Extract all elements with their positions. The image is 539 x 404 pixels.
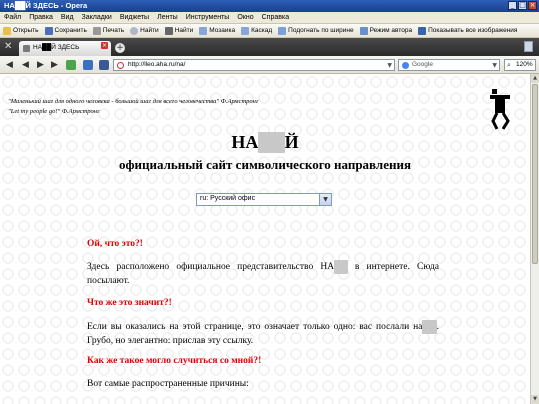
chevron-down-icon[interactable]: ▼ bbox=[319, 194, 331, 205]
site-logo-icon bbox=[490, 89, 510, 130]
rewind-icon[interactable]: ◀ bbox=[22, 61, 29, 70]
scroll-up-icon[interactable]: ▲ bbox=[531, 74, 539, 83]
zoom-value: 120% bbox=[516, 61, 533, 68]
menu-window[interactable]: Окно bbox=[237, 14, 253, 21]
cascade-icon bbox=[241, 26, 250, 35]
fast-forward-icon[interactable]: ▶ bbox=[51, 61, 58, 70]
zoom-control[interactable]: ⌕ 120% bbox=[504, 59, 536, 71]
menu-tools[interactable]: Инструменты bbox=[186, 14, 230, 21]
trash-icon[interactable] bbox=[524, 41, 533, 52]
cascade-button[interactable]: Каскад bbox=[241, 26, 272, 35]
blurred-text: ХУ bbox=[334, 260, 348, 274]
print-button[interactable]: Печать bbox=[92, 26, 124, 35]
author-mode-icon bbox=[359, 26, 368, 35]
tab-label: НА██Й ЗДЕСЬ bbox=[33, 44, 80, 51]
fit-width-button[interactable]: Подогнать по ширине bbox=[278, 26, 354, 35]
site-title: НАХУЙ bbox=[231, 132, 299, 153]
folder-icon bbox=[3, 26, 11, 35]
tab-bar: ✕ НА██Й ЗДЕСЬ × + bbox=[0, 38, 539, 56]
favicon-icon bbox=[23, 45, 30, 52]
menu-feeds[interactable]: Ленты bbox=[157, 14, 178, 21]
page-content: "Маленький шаг для одного человека - бол… bbox=[0, 74, 530, 404]
tile-icon bbox=[199, 26, 208, 35]
save-button[interactable]: Сохранить bbox=[44, 26, 87, 35]
window-title: НА██Й ЗДЕСЬ - Opera bbox=[4, 1, 88, 10]
zoom-icon: ⌕ bbox=[507, 61, 511, 69]
site-icon bbox=[117, 62, 124, 69]
minimize-button[interactable]: _ bbox=[508, 1, 517, 10]
heading-3: Как же такое могло случиться со мной?! bbox=[87, 356, 262, 366]
blurred-text: ХУ bbox=[258, 132, 285, 153]
main-toolbar: Открыть Сохранить Печать Найти Найти Моз… bbox=[0, 24, 539, 38]
site-subtitle: официальный сайт символического направле… bbox=[119, 157, 411, 172]
open-button[interactable]: Открыть bbox=[3, 26, 39, 35]
url-text: http://lleo.aha.ru/na/ bbox=[128, 61, 186, 68]
images-icon bbox=[418, 26, 427, 35]
paragraph-3: Вот самые распространенные причины: bbox=[87, 379, 249, 389]
menu-bookmarks[interactable]: Закладки bbox=[82, 14, 112, 21]
quote-2: "Let my people go!" Ф.Армстронг bbox=[8, 108, 100, 115]
menu-edit[interactable]: Правка bbox=[29, 14, 53, 21]
find-button[interactable]: Найти bbox=[130, 26, 159, 35]
fit-width-icon bbox=[278, 26, 287, 35]
menu-bar: Файл Правка Вид Закладки Виджеты Ленты И… bbox=[0, 12, 539, 24]
menu-widgets[interactable]: Виджеты bbox=[120, 14, 149, 21]
menu-file[interactable]: Файл bbox=[4, 14, 21, 21]
forward-icon[interactable]: ▶ bbox=[37, 61, 44, 70]
maximize-button[interactable]: □ bbox=[518, 1, 527, 10]
binoculars-icon bbox=[164, 26, 173, 35]
close-window-button[interactable]: × bbox=[528, 1, 537, 10]
language-select-value: ru: Русский офис bbox=[200, 195, 256, 202]
paragraph-2: Если вы оказались на этой странице, это … bbox=[87, 320, 439, 346]
search-field[interactable]: Google ▼ bbox=[398, 59, 500, 71]
search-dropdown-icon[interactable]: ▼ bbox=[492, 62, 497, 69]
paragraph-1: Здесь расположено официальное представит… bbox=[87, 260, 439, 286]
magnifier-icon bbox=[130, 26, 139, 35]
heading-2: Что же это значит?! bbox=[87, 298, 172, 308]
google-icon bbox=[402, 62, 409, 69]
url-field[interactable]: http://lleo.aha.ru/na/ ▼ bbox=[113, 59, 395, 71]
reload-icon[interactable] bbox=[66, 60, 76, 70]
scroll-thumb[interactable] bbox=[532, 84, 538, 264]
floppy-icon bbox=[44, 26, 53, 35]
language-select[interactable]: ru: Русский офис ▼ bbox=[196, 193, 332, 206]
tile-button[interactable]: Мозаика bbox=[199, 26, 235, 35]
search-placeholder: Google bbox=[412, 61, 433, 68]
new-tab-button[interactable]: + bbox=[115, 43, 125, 53]
quote-1: "Маленький шаг для одного человека - бол… bbox=[8, 98, 259, 105]
heading-1: Ой, что это?! bbox=[87, 239, 143, 249]
close-tab-icon[interactable]: × bbox=[101, 42, 108, 49]
blurred-text: хуй bbox=[422, 320, 437, 334]
tab-active[interactable]: НА██Й ЗДЕСЬ × bbox=[19, 41, 111, 56]
scroll-down-icon[interactable]: ▼ bbox=[531, 395, 539, 404]
address-bar: ◀ ◀ ▶ ▶ http://lleo.aha.ru/na/ ▼ Google … bbox=[0, 56, 539, 74]
menu-view[interactable]: Вид bbox=[61, 14, 74, 21]
window-titlebar: НА██Й ЗДЕСЬ - Opera _ □ × bbox=[0, 0, 539, 12]
author-mode-button[interactable]: Режим автора bbox=[359, 26, 412, 35]
menu-help[interactable]: Справка bbox=[262, 14, 289, 21]
printer-icon bbox=[92, 26, 101, 35]
wand-icon[interactable] bbox=[99, 60, 109, 70]
home-icon[interactable] bbox=[83, 60, 93, 70]
tools-icon[interactable]: ✕ bbox=[4, 41, 12, 52]
find-button-2[interactable]: Найти bbox=[164, 26, 193, 35]
back-icon[interactable]: ◀ bbox=[6, 61, 13, 70]
url-dropdown-icon[interactable]: ▼ bbox=[387, 62, 392, 69]
vertical-scrollbar[interactable]: ▲ ▼ bbox=[530, 74, 539, 404]
show-images-button[interactable]: Показывать все изображения bbox=[418, 26, 517, 35]
